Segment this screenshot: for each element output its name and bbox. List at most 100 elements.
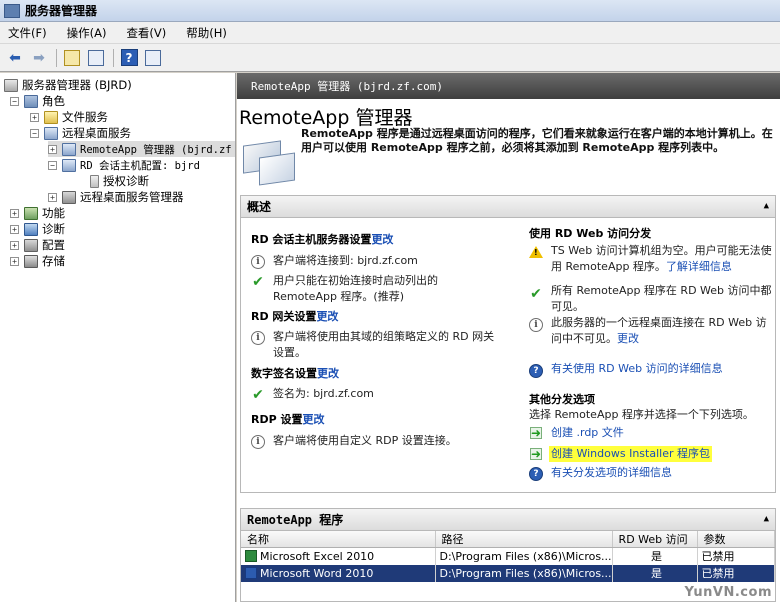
console-tree: 服务器管理器 (BJRD) − 角色 + 文件服务 − 远程桌面服务 + Rem… <box>0 73 236 602</box>
tree-root[interactable]: 服务器管理器 (BJRD) <box>4 77 132 93</box>
back-arrow-icon: ⬅ <box>9 49 21 66</box>
create-rdp-link[interactable]: 创建 .rdp 文件 <box>551 425 624 441</box>
rds-manager-icon <box>62 190 76 204</box>
cell-path: D:\Program Files (x86)\Micros... <box>435 564 613 582</box>
toolbar-separator <box>56 48 57 67</box>
gw-change-link[interactable]: 更改 <box>316 310 338 323</box>
sig-item-text: 签名为: bjrd.zf.com <box>273 387 374 400</box>
web-item3-text: 此服务器的一个远程桌面连接在 RD Web 访问中不可见。 <box>551 316 767 345</box>
column-header-args[interactable]: 参数 <box>697 531 776 548</box>
tree-storage[interactable]: + 存储 <box>10 253 65 269</box>
sig-change-link[interactable]: 更改 <box>317 367 339 380</box>
sig-heading: 数字签名设置更改 <box>251 366 339 382</box>
remoteapp-icon <box>62 142 76 156</box>
toolbar-separator-2 <box>113 48 114 67</box>
programs-header[interactable]: RemoteApp 程序 ▲ <box>241 509 775 531</box>
rdsh-heading: RD 会话主机服务器设置更改 <box>251 232 393 248</box>
expand-icon[interactable]: + <box>10 208 19 218</box>
action-pane-button[interactable] <box>142 47 164 69</box>
tree-license-diag[interactable]: 授权诊断 <box>90 173 149 189</box>
table-row[interactable]: Microsoft Excel 2010 D:\Program Files (x… <box>241 547 776 565</box>
expand-icon[interactable]: + <box>10 256 19 266</box>
excel-icon <box>245 549 257 562</box>
cell-args: 已禁用 <box>697 547 776 565</box>
collapse-arrow-icon[interactable]: ▲ <box>764 514 769 524</box>
menu-help[interactable]: 帮助(H) <box>184 23 229 43</box>
rdsh-change-link[interactable]: 更改 <box>371 233 393 246</box>
web-item1-text: TS Web 访问计算机组为空。用户可能无法使用 RemoteApp 程序。 <box>551 244 772 273</box>
tree-label: 远程桌面服务管理器 <box>80 190 184 204</box>
web-item3: 此服务器的一个远程桌面连接在 RD Web 访问中不可见。更改 <box>551 315 775 347</box>
collapse-icon[interactable]: − <box>30 128 39 138</box>
green-arrow-icon: ➜ <box>530 447 542 461</box>
tree-remoteapp-manager[interactable]: + RemoteApp 管理器 (bjrd.zf <box>48 141 235 157</box>
forward-button[interactable]: ➡ <box>28 47 50 69</box>
tree-label: 配置 <box>42 238 65 252</box>
help-button[interactable]: ? <box>118 47 140 69</box>
column-header-path[interactable]: 路径 <box>435 531 613 548</box>
expand-icon[interactable]: + <box>48 192 57 202</box>
create-msi-link[interactable]: 创建 Windows Installer 程序包 <box>549 446 712 462</box>
up-level-button[interactable] <box>61 47 83 69</box>
word-icon <box>245 566 257 579</box>
web-item1: TS Web 访问计算机组为空。用户可能无法使用 RemoteApp 程序。了解… <box>551 243 775 275</box>
tree-label: 文件服务 <box>62 110 108 124</box>
table-row[interactable]: Microsoft Word 2010 D:\Program Files (x8… <box>241 564 776 582</box>
window-title: 服务器管理器 <box>25 4 98 18</box>
roles-icon <box>24 94 38 108</box>
rdp-change-link[interactable]: 更改 <box>303 413 325 426</box>
learn-more-link[interactable]: 了解详细信息 <box>666 260 732 273</box>
tree-rd-session-config[interactable]: − RD 会话主机配置: bjrd <box>48 157 200 173</box>
warning-icon: ! <box>529 246 543 258</box>
cell-args: 已禁用 <box>697 564 776 582</box>
menu-action[interactable]: 操作(A) <box>65 23 109 43</box>
rdp-heading: RDP 设置更改 <box>251 412 325 428</box>
web-more-link[interactable]: 有关使用 RD Web 访问的详细信息 <box>551 361 723 377</box>
content-header-bar: RemoteApp 管理器 (bjrd.zf.com) <box>237 73 780 99</box>
rdp-heading-text: RDP 设置 <box>251 413 303 426</box>
show-hide-tree-button[interactable] <box>85 47 107 69</box>
tree-rds-manager[interactable]: + 远程桌面服务管理器 <box>48 189 184 205</box>
tree-label: 功能 <box>42 206 65 220</box>
back-button[interactable]: ⬅ <box>4 47 26 69</box>
column-header-name[interactable]: 名称 <box>241 531 436 548</box>
rdp-item: 客户端将使用自定义 RDP 设置连接。 <box>273 434 457 447</box>
column-header-web[interactable]: RD Web 访问 <box>612 531 698 548</box>
console-tree-icon <box>88 49 104 66</box>
tree-features[interactable]: + 功能 <box>10 205 65 221</box>
tree-rds[interactable]: − 远程桌面服务 <box>30 125 131 141</box>
page-title: RemoteApp 管理器 <box>239 107 413 129</box>
tree-label: 授权诊断 <box>103 174 149 188</box>
collapse-arrow-icon[interactable]: ▲ <box>764 201 769 211</box>
web-change-link[interactable]: 更改 <box>617 332 639 345</box>
menu-view[interactable]: 查看(V) <box>124 23 168 43</box>
server-manager-icon <box>4 3 20 18</box>
help-icon: ? <box>120 49 138 66</box>
toolbar: ⬅ ➡ ? <box>0 44 780 72</box>
diagnostics-icon <box>24 222 38 236</box>
collapse-icon[interactable]: − <box>10 96 19 106</box>
info-icon: i <box>251 331 265 345</box>
overview-header[interactable]: 概述 ▲ <box>241 196 775 218</box>
expand-icon[interactable]: + <box>10 240 19 250</box>
collapse-icon[interactable]: − <box>48 160 57 170</box>
tree-diagnostics[interactable]: + 诊断 <box>10 221 65 237</box>
gw-heading: RD 网关设置更改 <box>251 309 338 325</box>
tree-roles[interactable]: − 角色 <box>10 93 65 109</box>
overview-section: 概述 ▲ RD 会话主机服务器设置更改 i 客户端将连接到: bjrd.zf.c… <box>240 195 776 493</box>
sig-heading-text: 数字签名设置 <box>251 367 317 380</box>
info-icon: i <box>251 435 265 449</box>
other-more-link[interactable]: 有关分发选项的详细信息 <box>551 465 672 481</box>
expand-icon[interactable]: + <box>30 112 39 122</box>
menu-file[interactable]: 文件(F) <box>6 23 49 43</box>
expand-icon[interactable]: + <box>10 224 19 234</box>
web-heading: 使用 RD Web 访问分发 <box>529 227 652 240</box>
tree-configuration[interactable]: + 配置 <box>10 237 65 253</box>
tree-file-services[interactable]: + 文件服务 <box>30 109 108 125</box>
expand-icon[interactable]: + <box>48 144 57 154</box>
info-icon: i <box>529 318 543 332</box>
folder-up-icon <box>64 49 80 66</box>
cell-name: Microsoft Word 2010 <box>241 564 436 582</box>
info-icon: i <box>251 255 265 269</box>
configuration-icon <box>24 238 38 252</box>
